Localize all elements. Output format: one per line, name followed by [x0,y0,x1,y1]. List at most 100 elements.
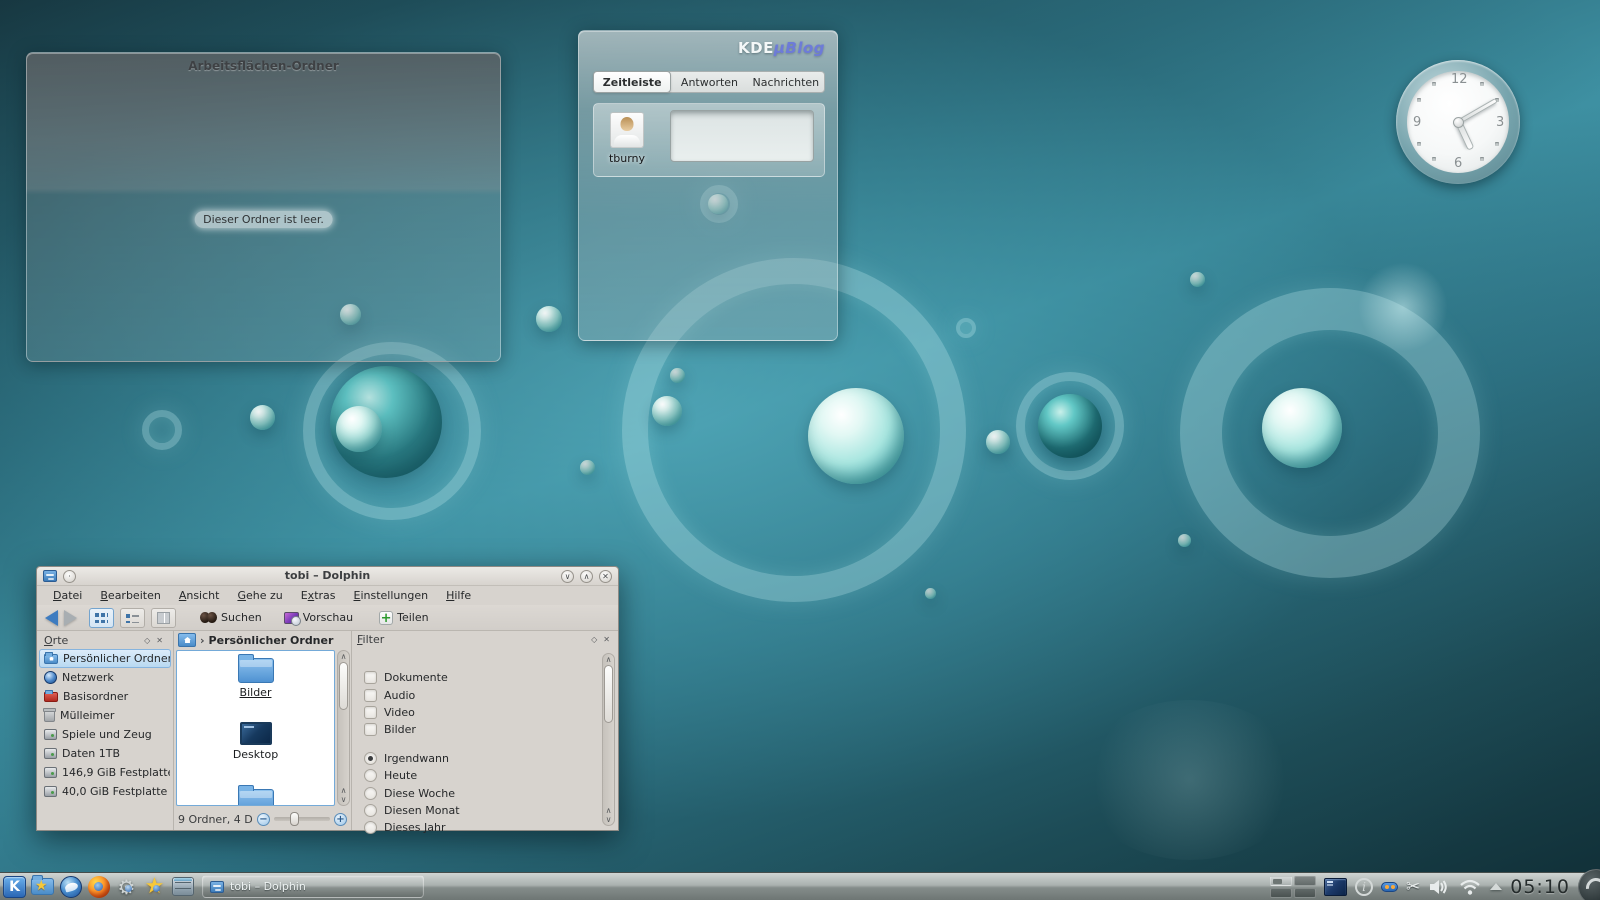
maximize-button[interactable]: ∧ [580,570,593,583]
forward-button[interactable] [64,610,77,626]
checkbox-icon[interactable] [364,723,377,736]
favorites-launcher[interactable]: ★ [142,875,167,899]
filter-checkbox-audio[interactable]: Audio [364,686,618,703]
menu-hilfe[interactable]: Hilfe [438,589,479,602]
pager-desktop-2[interactable] [1294,876,1316,886]
place-root[interactable]: Basisordner [39,687,171,706]
tab-nachrichten[interactable]: Nachrichten [748,72,824,92]
zoom-slider[interactable] [274,817,330,821]
radio-icon[interactable] [364,787,377,800]
filter-checkbox-bilder[interactable]: Bilder [364,721,618,738]
pager-desktop-1[interactable] [1270,876,1292,886]
scrollbar-thumb[interactable] [604,665,613,723]
radio-selected-icon[interactable] [364,752,377,765]
klipper-scissors-icon[interactable]: ✂ [1406,877,1420,897]
menu-datei[interactable]: Datei [45,589,90,602]
microblog-widget[interactable]: KDEµBlog Zeitleiste Antworten Nachrichte… [578,30,838,341]
radio-icon[interactable] [364,821,377,834]
fileview-scrollbar[interactable]: ∧ ∧ ∨ [337,650,350,806]
panel-float-button[interactable]: ◇ [588,635,600,644]
file-icon-view[interactable]: Bilder Desktop [176,650,335,806]
zoom-slider-handle[interactable] [290,812,299,826]
tray-expand-arrow-icon[interactable] [1490,883,1502,890]
breadcrumb: › Persönlicher Ordner [174,631,351,649]
radio-icon[interactable] [364,804,377,817]
scroll-down-icon[interactable]: ∨ [603,815,614,824]
scroll-up-icon[interactable]: ∧ [603,806,614,815]
menu-ansicht[interactable]: Ansicht [171,589,228,602]
info-tray-icon[interactable]: i [1355,878,1373,896]
checkbox-icon[interactable] [364,706,377,719]
icons-view-button[interactable] [89,608,114,628]
place-home[interactable]: Persönlicher Ordner [39,649,171,668]
device-tray-icon[interactable] [1381,882,1398,892]
scroll-up-icon[interactable]: ∧ [338,786,349,795]
panel-close-button[interactable]: ✕ [153,636,166,645]
menu-einstellungen[interactable]: Einstellungen [346,589,437,602]
filter-checkbox-video[interactable]: Video [364,704,618,721]
place-trash[interactable]: Mülleimer [39,706,171,725]
firefox-launcher[interactable] [86,875,111,899]
place-disk-146[interactable]: 146,9 GiB Festplatte [39,763,171,782]
filter-radio-heute[interactable]: Heute [364,767,618,784]
place-daten[interactable]: Daten 1TB [39,744,171,763]
checkbox-icon[interactable] [364,671,377,684]
pager-desktop-3[interactable] [1270,888,1292,898]
radio-icon[interactable] [364,769,377,782]
zoom-out-icon[interactable]: − [257,813,270,826]
panel-cashew-toolbox[interactable] [1578,869,1600,900]
share-button[interactable]: Teilen [375,609,432,627]
checkbox-icon[interactable] [364,689,377,702]
bookmarks-folder-launcher[interactable] [30,875,55,899]
scroll-up-icon[interactable]: ∧ [603,655,614,664]
folder-view-widget[interactable]: Arbeitsflächen-Ordner Dieser Ordner ist … [26,52,501,362]
filter-label: Video [384,706,415,719]
file-item-desktop[interactable]: Desktop [177,722,334,761]
filter-checkbox-dokumente[interactable]: Dokumente [364,669,618,686]
close-button[interactable]: ✕ [599,570,612,583]
scroll-up-icon[interactable]: ∧ [338,652,349,661]
menu-gehezu[interactable]: Gehe zu [229,589,290,602]
filter-scrollbar[interactable]: ∧ ∧ ∨ [602,653,615,826]
scrollbar-thumb[interactable] [339,662,348,710]
menu-bearbeiten[interactable]: Bearbeiten [92,589,168,602]
place-disk-40[interactable]: 40,0 GiB Festplatte [39,782,171,801]
back-button[interactable] [45,610,58,626]
konsole-tray-icon[interactable] [1324,878,1347,896]
microblog-message-input[interactable] [670,110,814,162]
filter-radio-jahr[interactable]: Dieses Jahr [364,819,618,836]
place-network[interactable]: Netzwerk [39,668,171,687]
scroll-down-icon[interactable]: ∨ [338,795,349,804]
digital-clock[interactable]: 05:10 [1510,876,1570,898]
preview-button[interactable]: Vorschau [280,609,357,626]
system-settings-launcher[interactable]: ⚙ [114,875,139,899]
wifi-icon[interactable] [1458,878,1482,896]
search-button[interactable]: Suchen [196,609,266,626]
minimize-button[interactable]: ∨ [561,570,574,583]
columns-view-button[interactable] [151,608,176,628]
zoom-in-icon[interactable]: + [334,813,347,826]
filter-radio-woche[interactable]: Diese Woche [364,784,618,801]
panel-close-button[interactable]: ✕ [600,635,613,644]
kde-menu-button[interactable]: K [2,875,27,899]
panel-float-button[interactable]: ◇ [141,636,153,645]
details-view-button[interactable] [120,608,145,628]
filter-radio-irgendwann[interactable]: Irgendwann [364,750,618,767]
tab-zeitleiste[interactable]: Zeitleiste [593,71,671,93]
place-spiele[interactable]: Spiele und Zeug [39,725,171,744]
titlebar[interactable]: · tobi – Dolphin ∨ ∧ ✕ [37,567,618,586]
tab-antworten[interactable]: Antworten [671,72,747,92]
breadcrumb-home-icon[interactable] [178,633,196,647]
menu-extras[interactable]: Extras [293,589,344,602]
pager-desktop-4[interactable] [1294,888,1316,898]
volume-icon[interactable] [1428,878,1450,896]
file-item-partial[interactable] [177,789,334,806]
filter-radio-monat[interactable]: Diesen Monat [364,802,618,819]
breadcrumb-path[interactable]: Persönlicher Ordner [209,634,334,647]
thunderbird-launcher[interactable] [58,875,83,899]
virtual-desktop-pager[interactable] [1270,876,1316,898]
analog-clock-widget[interactable]: 12 3 6 9 [1396,60,1520,184]
file-drawer-launcher[interactable] [170,875,195,899]
file-item-bilder[interactable]: Bilder [177,658,334,699]
task-button-dolphin[interactable]: tobi – Dolphin [202,875,424,898]
